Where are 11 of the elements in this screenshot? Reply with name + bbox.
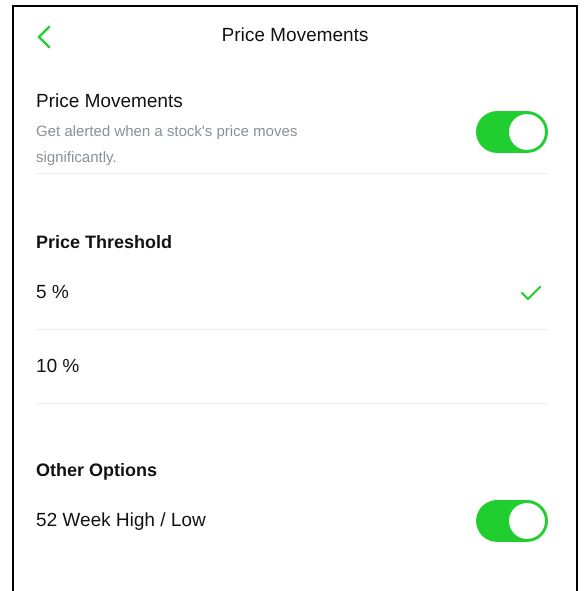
section-heading: Price Threshold (36, 232, 174, 254)
section-heading: Other Options (36, 460, 158, 482)
screen-title: Price Movements (222, 25, 368, 47)
setting-description: Get alerted when a stock's price moves significantly. (36, 122, 298, 168)
option-label[interactable]: 5 % (36, 282, 69, 304)
option-label[interactable]: 10 % (36, 356, 80, 378)
toggle-switch[interactable] (476, 111, 548, 153)
toggle-switch[interactable] (476, 500, 548, 542)
option-label: 52 Week High / Low (36, 510, 206, 532)
setting-title: Price Movements (36, 91, 184, 113)
back-icon[interactable] (37, 25, 51, 49)
